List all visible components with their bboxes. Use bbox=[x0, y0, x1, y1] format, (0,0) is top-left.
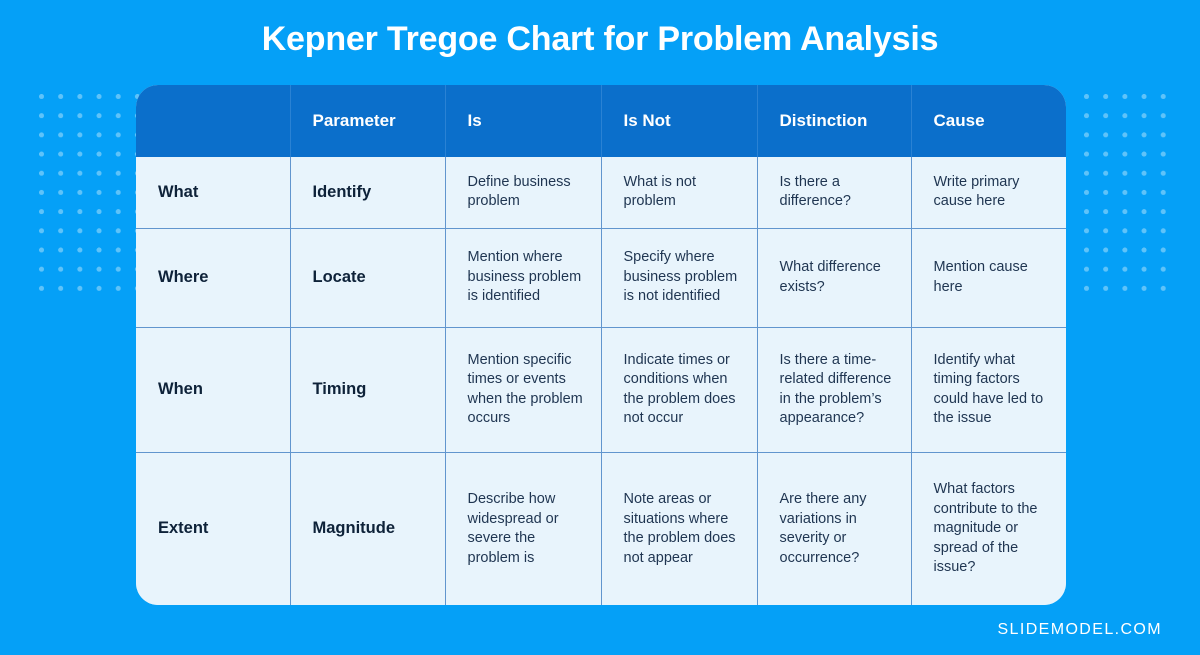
row-label-when: When bbox=[136, 327, 291, 454]
table-header-row: Parameter Is Is Not Distinction Cause bbox=[136, 85, 1066, 157]
column-header-cause: Cause bbox=[911, 85, 1066, 157]
dot-pattern-right bbox=[1084, 94, 1168, 294]
cell-is-not-extent: Note areas or situations where the probl… bbox=[601, 452, 758, 605]
cell-is-extent: Describe how widespread or severe the pr… bbox=[445, 452, 602, 605]
cell-parameter-what: Identify bbox=[290, 157, 446, 229]
brand-watermark: SLIDEMODEL.COM bbox=[997, 621, 1162, 638]
column-header-is: Is bbox=[445, 85, 602, 157]
cell-cause-extent: What factors contribute to the magnitude… bbox=[911, 452, 1066, 605]
cell-distinction-where: What difference exists? bbox=[757, 228, 912, 328]
dot-pattern-left bbox=[39, 94, 139, 294]
table-row: What Identify Define business problem Wh… bbox=[136, 157, 1066, 229]
cell-is-where: Mention where business problem is identi… bbox=[445, 228, 602, 328]
row-label-extent: Extent bbox=[136, 452, 291, 605]
cell-parameter-where: Locate bbox=[290, 228, 446, 328]
column-header-blank bbox=[136, 85, 291, 157]
cell-is-what: Define business problem bbox=[445, 157, 602, 229]
cell-cause-where: Mention cause here bbox=[911, 228, 1066, 328]
cell-is-when: Mention specific times or events when th… bbox=[445, 327, 602, 454]
cell-distinction-what: Is there a difference? bbox=[757, 157, 912, 229]
table-row: When Timing Mention specific times or ev… bbox=[136, 327, 1066, 454]
cell-distinction-extent: Are there any variations in severity or … bbox=[757, 452, 912, 605]
cell-cause-what: Write primary cause here bbox=[911, 157, 1066, 229]
column-header-parameter: Parameter bbox=[290, 85, 446, 157]
column-header-distinction: Distinction bbox=[757, 85, 912, 157]
table-row: Where Locate Mention where business prob… bbox=[136, 228, 1066, 328]
cell-is-not-when: Indicate times or conditions when the pr… bbox=[601, 327, 758, 454]
cell-is-not-where: Specify where business problem is not id… bbox=[601, 228, 758, 328]
kepner-tregoe-table-card: Parameter Is Is Not Distinction Cause Wh… bbox=[136, 85, 1066, 605]
cell-distinction-when: Is there a time-related difference in th… bbox=[757, 327, 912, 454]
column-header-is-not: Is Not bbox=[601, 85, 758, 157]
cell-parameter-extent: Magnitude bbox=[290, 452, 446, 605]
kepner-tregoe-table: Parameter Is Is Not Distinction Cause Wh… bbox=[136, 85, 1066, 605]
cell-is-not-what: What is not problem bbox=[601, 157, 758, 229]
page-title: Kepner Tregoe Chart for Problem Analysis bbox=[261, 20, 939, 58]
row-label-where: Where bbox=[136, 228, 291, 328]
cell-parameter-when: Timing bbox=[290, 327, 446, 454]
table-row: Extent Magnitude Describe how widespread… bbox=[136, 452, 1066, 605]
cell-cause-when: Identify what timing factors could have … bbox=[911, 327, 1066, 454]
row-label-what: What bbox=[136, 157, 291, 229]
